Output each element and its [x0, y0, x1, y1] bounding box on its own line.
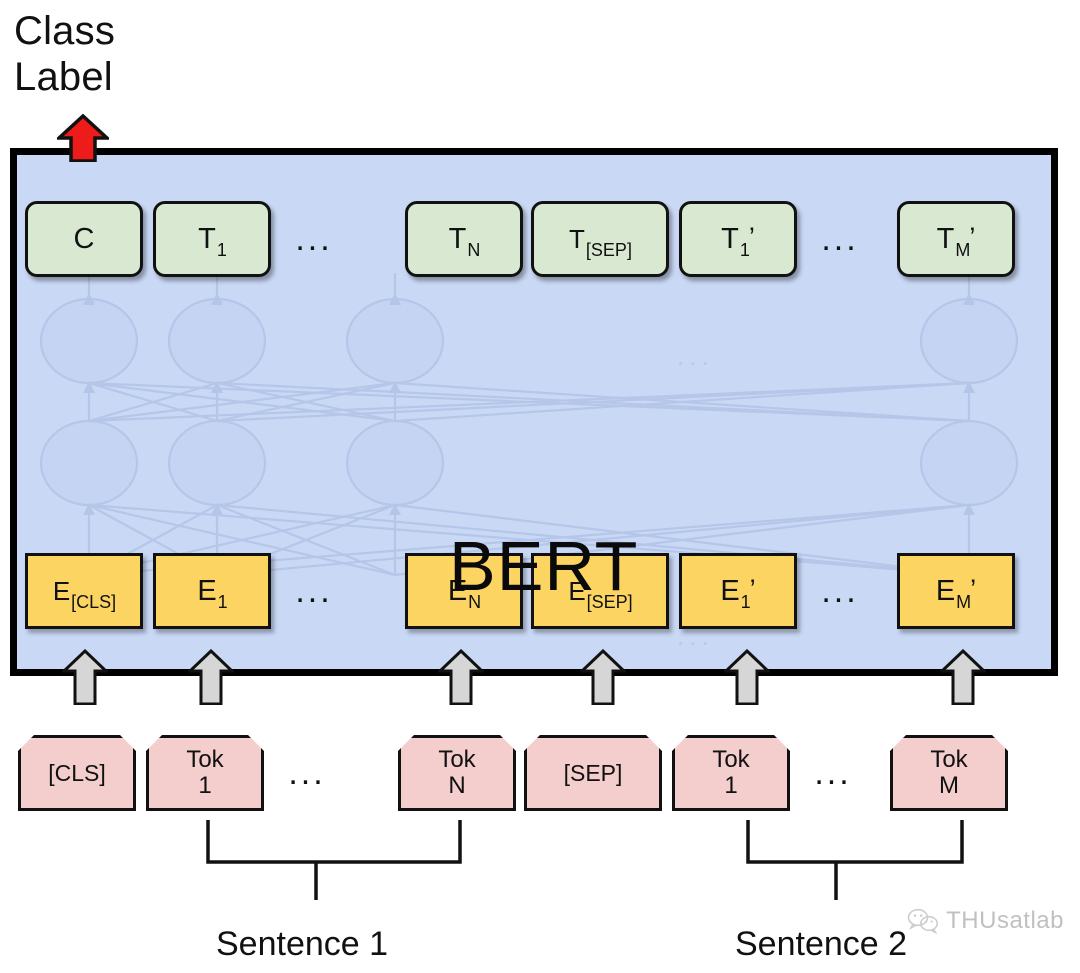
- input-input-token: Tok N: [398, 735, 516, 811]
- network-ellipsis-bottom: ...: [677, 621, 714, 651]
- input-cls-token: [CLS]: [18, 735, 136, 811]
- token-label-line: [SEP]: [563, 760, 623, 786]
- sentence-grouping-brackets: [206, 820, 964, 900]
- embedding-ellipsis: ...: [821, 572, 859, 610]
- input-arrow-icon: [438, 649, 484, 705]
- output-sep-output: T [SEP]: [531, 201, 669, 277]
- embedding-cls-embedding: E [CLS]: [25, 553, 143, 629]
- watermark-text: THUsatlab: [946, 907, 1064, 934]
- output-token-output: T M’: [897, 201, 1015, 277]
- input-input-token: Tok 1: [672, 735, 790, 811]
- input-arrow-icon: [724, 649, 770, 705]
- watermark: THUsatlab: [907, 907, 1064, 935]
- token-text: Tok 1: [146, 735, 264, 811]
- input-sep-token: [SEP]: [524, 735, 662, 811]
- token-text: Tok N: [398, 735, 516, 811]
- embedding-token-embedding: E1: [153, 553, 271, 629]
- embedding-ellipsis: ...: [295, 572, 333, 610]
- token-index-line: M: [939, 772, 959, 799]
- bert-architecture-diagram: Class Label ... ... BERT C T 1 ... T N T…: [0, 0, 1080, 973]
- token-label-line: Tok: [186, 746, 224, 773]
- bert-encoder-container: ... ... BERT C T 1... T N T [SEP] T 1’... T M’ E [C…: [10, 148, 1058, 676]
- input-arrow-icon: [188, 649, 234, 705]
- output-ellipsis: ...: [295, 220, 333, 258]
- bert-model-label: BERT: [449, 527, 639, 605]
- token-index-line: 1: [724, 772, 738, 799]
- network-ellipsis-top: ...: [677, 341, 714, 371]
- class-label-text: Class Label: [14, 9, 116, 99]
- token-text: [SEP]: [524, 735, 662, 811]
- output-token-output: TN: [405, 201, 523, 277]
- token-text: Tok M: [890, 735, 1008, 811]
- token-text: Tok 1: [672, 735, 790, 811]
- token-label-line: [CLS]: [48, 760, 106, 786]
- input-arrow-icon: [940, 649, 986, 705]
- token-label-line: Tok: [712, 746, 750, 773]
- output-ellipsis: ...: [821, 220, 859, 258]
- sentence-1-label: Sentence 1: [216, 925, 389, 963]
- sentence-2-label: Sentence 2: [735, 925, 908, 963]
- output-token-output: T1: [153, 201, 271, 277]
- wechat-icon: [907, 908, 939, 934]
- output-cls-output: C: [25, 201, 143, 277]
- token-label-line: Tok: [438, 746, 476, 773]
- token-index-line: 1: [198, 772, 212, 799]
- embedding-token-embedding: E 1’: [679, 553, 797, 629]
- output-token-output: T 1’: [679, 201, 797, 277]
- token-index-line: N: [448, 772, 466, 799]
- input-input-token: Tok 1: [146, 735, 264, 811]
- token-text: [CLS]: [18, 735, 136, 811]
- embedding-token-embedding: E M’: [897, 553, 1015, 629]
- input-ellipsis: ...: [288, 754, 326, 792]
- input-arrow-icon: [62, 649, 108, 705]
- input-input-token: Tok M: [890, 735, 1008, 811]
- input-ellipsis: ...: [814, 754, 852, 792]
- input-arrow-icon: [580, 649, 626, 705]
- class-label-arrow-icon: [57, 114, 109, 162]
- token-label-line: Tok: [930, 746, 968, 773]
